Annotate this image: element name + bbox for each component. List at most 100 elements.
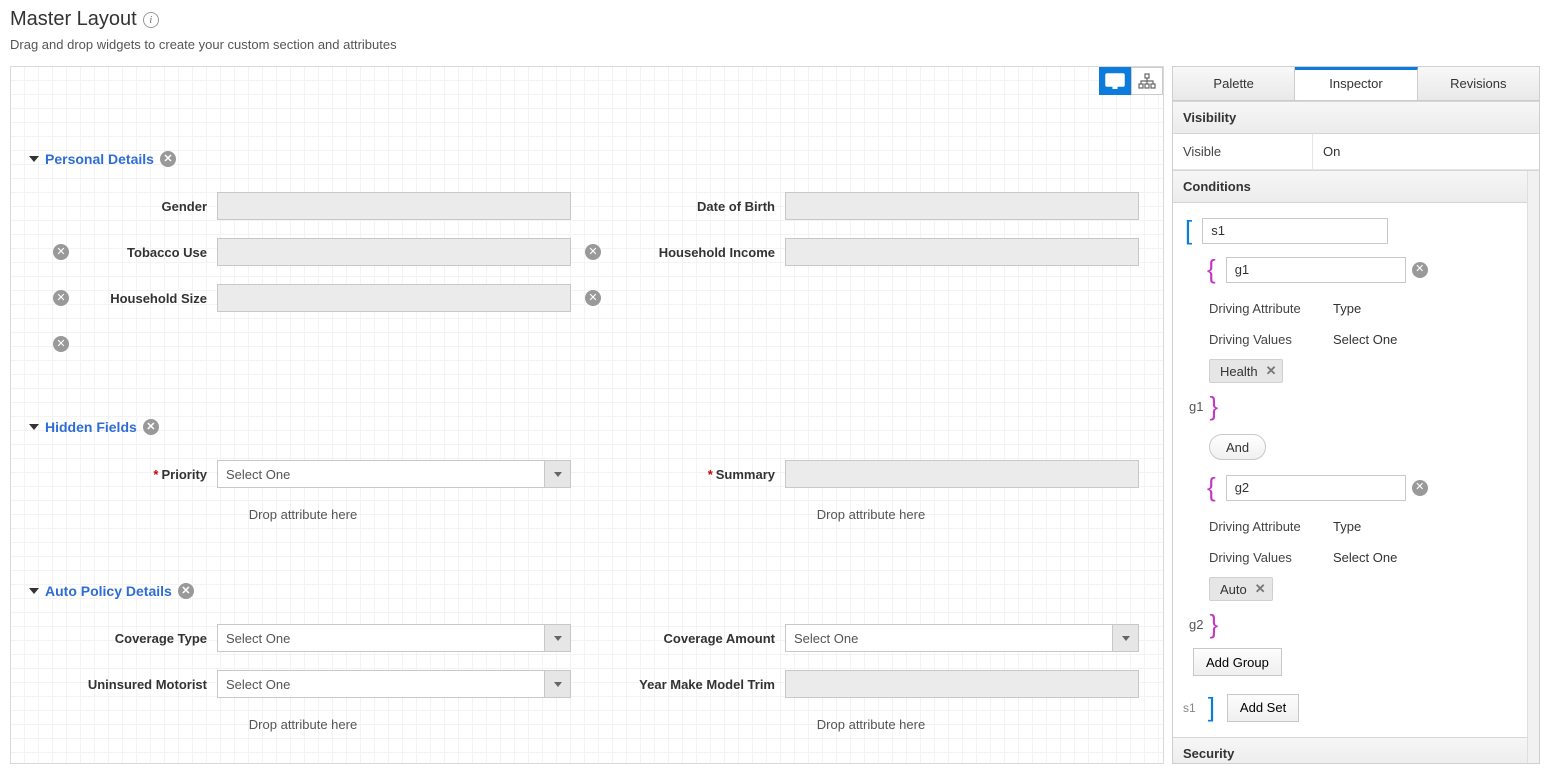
delete-row-button[interactable]: ✕	[585, 244, 601, 260]
drop-attribute-zone[interactable]: Drop attribute here	[29, 497, 577, 531]
delete-group-button[interactable]: ✕	[1412, 480, 1428, 496]
chevron-down-icon	[544, 625, 570, 651]
group-close-label: g1	[1189, 399, 1203, 414]
field-date-of-birth[interactable]: Date of Birth	[597, 183, 1145, 229]
select-value: Select One	[786, 625, 1112, 651]
set-id-input[interactable]	[1202, 218, 1388, 244]
group-row-g1: { ✕	[1181, 254, 1531, 285]
delete-row-button[interactable]: ✕	[53, 290, 69, 306]
page-header: Master Layout i Drag and drop widgets to…	[0, 0, 1550, 56]
field-coverage-type[interactable]: Coverage Type Select One	[29, 615, 577, 661]
group-body-g2: Driving Attribute Type Driving Values Se…	[1181, 511, 1531, 609]
group-row-g2: { ✕	[1181, 472, 1531, 503]
accordion-conditions[interactable]: Conditions	[1173, 170, 1539, 203]
group-id-input[interactable]	[1226, 475, 1406, 501]
field-gender[interactable]: Gender	[29, 183, 577, 229]
group-id-input[interactable]	[1226, 257, 1406, 283]
group-close-g2: g2 }	[1181, 609, 1531, 640]
field-input[interactable]	[217, 284, 571, 312]
tab-inspector[interactable]: Inspector	[1295, 67, 1417, 100]
driving-attribute-label: Driving Attribute	[1209, 519, 1333, 534]
close-icon[interactable]: ✕	[1266, 363, 1277, 379]
section-header-personal[interactable]: Personal Details ✕	[29, 151, 1145, 167]
drop-attribute-zone[interactable]: Drop attribute here	[597, 707, 1145, 741]
driving-values-value[interactable]: Select One	[1333, 550, 1531, 565]
add-group-button[interactable]: Add Group	[1193, 648, 1282, 676]
drop-attribute-zone[interactable]: Drop attribute here	[597, 497, 1145, 531]
field-household-size[interactable]: ✕ Household Size	[29, 275, 577, 321]
drop-attribute-zone[interactable]: Drop attribute here	[29, 707, 577, 741]
driving-attribute-label: Driving Attribute	[1209, 301, 1333, 316]
value-chip-health[interactable]: Health ✕	[1209, 359, 1283, 383]
delete-section-button[interactable]: ✕	[178, 583, 194, 599]
field-label: Coverage Amount	[597, 631, 785, 646]
select-value: Select One	[218, 461, 544, 487]
driving-values-value[interactable]: Select One	[1333, 332, 1531, 347]
panel-body[interactable]: Visibility Visible On Conditions [ { ✕	[1173, 101, 1539, 763]
field-coverage-amount[interactable]: Coverage Amount Select One	[597, 615, 1145, 661]
info-icon[interactable]: i	[143, 12, 159, 28]
section-title: Hidden Fields	[45, 419, 137, 435]
uninsured-motorist-select[interactable]: Select One	[217, 670, 571, 698]
delete-section-button[interactable]: ✕	[160, 151, 176, 167]
field-uninsured-motorist[interactable]: Uninsured Motorist Select One	[29, 661, 577, 707]
field-input[interactable]	[217, 192, 571, 220]
driving-values-label: Driving Values	[1209, 550, 1333, 565]
section-hidden-fields: Hidden Fields ✕ *Priority Select One *Su…	[29, 419, 1145, 531]
section-title: Personal Details	[45, 151, 154, 167]
chevron-down-icon	[544, 671, 570, 697]
section-header-auto[interactable]: Auto Policy Details ✕	[29, 583, 1145, 599]
field-label: Year Make Model Trim	[597, 677, 785, 692]
tab-palette[interactable]: Palette	[1173, 67, 1295, 100]
value-chip-auto[interactable]: Auto ✕	[1209, 577, 1273, 601]
delete-row-button[interactable]: ✕	[585, 290, 601, 306]
coverage-type-select[interactable]: Select One	[217, 624, 571, 652]
canvas-scroll[interactable]: Personal Details ✕ Gender Date of Birth …	[11, 67, 1163, 763]
conditions-editor: [ { ✕ Driving Attribute Type Driving Val…	[1173, 203, 1539, 737]
add-set-button[interactable]: Add Set	[1227, 694, 1299, 722]
field-input[interactable]	[785, 238, 1139, 266]
field-label: Uninsured Motorist	[29, 677, 217, 692]
group-body-g1: Driving Attribute Type Driving Values Se…	[1181, 293, 1531, 391]
chevron-down-icon	[29, 588, 39, 594]
chevron-down-icon	[544, 461, 570, 487]
accordion-security[interactable]: Security	[1173, 737, 1539, 763]
field-tobacco-use[interactable]: ✕ Tobacco Use	[29, 229, 577, 275]
page-subtitle: Drag and drop widgets to create your cus…	[10, 37, 1540, 52]
right-panel: Palette Inspector Revisions Visibility V…	[1172, 66, 1540, 764]
delete-group-button[interactable]: ✕	[1412, 262, 1428, 278]
section-header-hidden[interactable]: Hidden Fields ✕	[29, 419, 1145, 435]
close-icon[interactable]: ✕	[1255, 581, 1266, 597]
field-label: *Summary	[597, 467, 785, 482]
device-preview-button[interactable]	[1099, 67, 1131, 95]
delete-row-button[interactable]: ✕	[53, 244, 69, 260]
coverage-amount-select[interactable]: Select One	[785, 624, 1139, 652]
driving-attribute-value[interactable]: Type	[1333, 519, 1531, 534]
driving-attribute-value[interactable]: Type	[1333, 301, 1531, 316]
field-priority[interactable]: *Priority Select One	[29, 451, 577, 497]
page-title-text: Master Layout	[10, 8, 137, 31]
visible-value[interactable]: On	[1313, 134, 1539, 169]
delete-row-button[interactable]: ✕	[53, 336, 69, 352]
field-input[interactable]	[785, 460, 1139, 488]
field-input[interactable]	[785, 192, 1139, 220]
layout-canvas: Personal Details ✕ Gender Date of Birth …	[10, 66, 1164, 764]
field-summary[interactable]: *Summary	[597, 451, 1145, 497]
driving-values-label: Driving Values	[1209, 332, 1333, 347]
hierarchy-view-button[interactable]	[1131, 67, 1163, 95]
field-input[interactable]	[785, 670, 1139, 698]
scrollbar[interactable]	[1527, 171, 1539, 763]
panel-tabs: Palette Inspector Revisions	[1173, 67, 1539, 101]
tab-revisions[interactable]: Revisions	[1418, 67, 1539, 100]
field-household-income[interactable]: ✕ Household Income	[597, 229, 1145, 275]
delete-section-button[interactable]: ✕	[143, 419, 159, 435]
brace-open-icon: {	[1203, 254, 1220, 285]
logical-and-toggle[interactable]: And	[1209, 434, 1266, 460]
accordion-visibility[interactable]: Visibility	[1173, 101, 1539, 134]
field-year-make-model-trim[interactable]: Year Make Model Trim	[597, 661, 1145, 707]
section-personal-details: Personal Details ✕ Gender Date of Birth …	[29, 151, 1145, 367]
priority-select[interactable]: Select One	[217, 460, 571, 488]
bracket-close-icon: ]	[1204, 692, 1219, 723]
field-input[interactable]	[217, 238, 571, 266]
section-title: Auto Policy Details	[45, 583, 172, 599]
